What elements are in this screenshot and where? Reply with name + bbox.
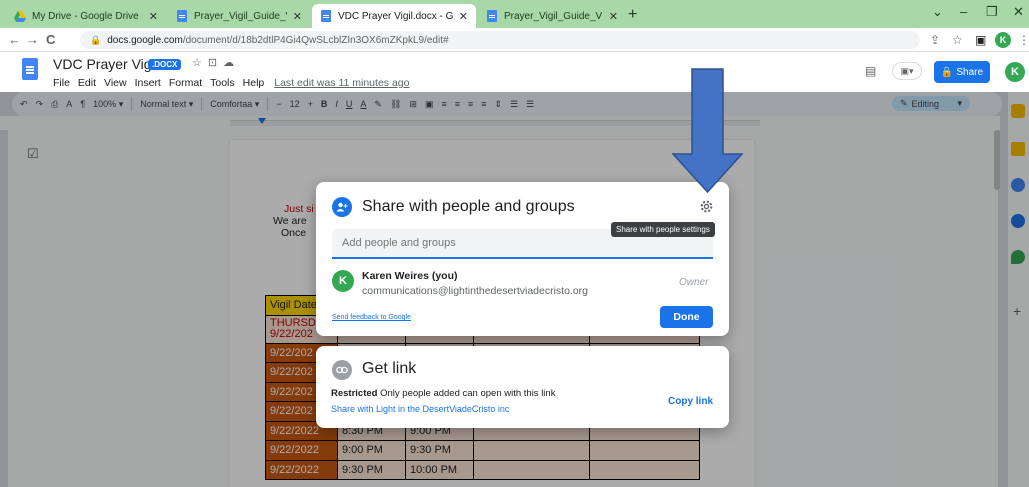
tab-vdc-prayer-vigil[interactable]: VDC Prayer Vigil.docx - Google D ✕ — [312, 4, 476, 28]
address-bar-row: ← → C 🔒 docs.google.com/document/d/18b2d… — [0, 28, 1029, 52]
browser-profile-avatar[interactable]: K — [995, 32, 1011, 48]
last-edit-link[interactable]: Last edit was 11 minutes ago — [274, 77, 409, 89]
done-button[interactable]: Done — [660, 306, 713, 328]
document-title[interactable]: VDC Prayer Vigil — [53, 56, 158, 72]
link-access-description: Restricted Only people added can open wi… — [331, 388, 555, 399]
menu-view[interactable]: View — [104, 77, 127, 89]
reload-icon[interactable]: C — [46, 32, 55, 47]
person-role: Owner — [679, 277, 709, 288]
minimize-button[interactable]: – — [960, 4, 967, 19]
close-tab-icon[interactable]: ✕ — [459, 10, 468, 23]
lock-icon: 🔒 — [940, 66, 954, 78]
tab-title: Prayer_Vigil_Guide_VDC_#32.doc — [194, 10, 287, 22]
menu-file[interactable]: File — [53, 77, 70, 89]
forward-icon[interactable]: → — [26, 32, 39, 47]
menu-help[interactable]: Help — [243, 77, 265, 89]
send-feedback-link[interactable]: Send feedback to Google — [332, 314, 411, 321]
get-link-title: Get link — [362, 360, 417, 377]
person-name: Karen Weires (you) — [362, 270, 458, 282]
new-tab-button[interactable]: + — [628, 6, 637, 24]
google-docs-icon — [320, 10, 332, 22]
sidepanel-icon[interactable]: ▣ — [975, 33, 986, 47]
share-with-org-link[interactable]: Share with Light in the DesertViadeCrist… — [331, 404, 509, 414]
meet-present-button[interactable]: ▣▾ — [892, 62, 922, 80]
title-actions: ☆⊡☁ — [192, 56, 240, 69]
docx-badge: .DOCX — [148, 59, 182, 70]
menu-bar: File Edit View Insert Format Tools Help … — [53, 77, 409, 89]
browser-menu-icon[interactable]: ⋮ — [1018, 33, 1029, 47]
url-path: /document/d/18b2dtlP4Gi4QwSLcblZIn3OX6mZ… — [182, 34, 449, 46]
close-window-button[interactable]: ✕ — [1013, 4, 1024, 20]
share-dialog-title: Share with people and groups — [362, 198, 575, 215]
google-docs-icon — [486, 10, 498, 22]
share-button-label: Share — [956, 66, 984, 78]
tab-my-drive[interactable]: My Drive - Google Drive ✕ — [6, 4, 166, 28]
browser-tab-strip: My Drive - Google Drive ✕ Prayer_Vigil_G… — [0, 0, 1029, 28]
close-tab-icon[interactable]: ✕ — [293, 10, 302, 23]
docs-header: VDC Prayer Vigil .DOCX ☆⊡☁ File Edit Vie… — [0, 52, 1029, 92]
bookmark-star-icon[interactable]: ☆ — [952, 33, 963, 47]
settings-gear-icon[interactable] — [697, 197, 715, 215]
copy-link-button[interactable]: Copy link — [668, 396, 713, 407]
account-avatar[interactable]: K — [1005, 62, 1025, 82]
add-person-icon — [332, 197, 352, 217]
menu-format[interactable]: Format — [169, 77, 202, 89]
url-host: docs.google.com — [107, 34, 183, 46]
restricted-description: Only people added can open with this lin… — [380, 388, 556, 399]
menu-tools[interactable]: Tools — [210, 77, 235, 89]
maximize-button[interactable]: ❐ — [986, 4, 998, 20]
tab-search-icon[interactable]: ⌄ — [932, 4, 943, 20]
annotation-arrow-icon — [672, 68, 744, 194]
restricted-label[interactable]: Restricted — [331, 388, 377, 399]
tab-title: Prayer_Vigil_Guide_VDC_#30.doc — [504, 10, 603, 22]
tab-prayer-vigil-guide-32[interactable]: Prayer_Vigil_Guide_VDC_#32.doc ✕ — [168, 4, 310, 28]
tab-title: My Drive - Google Drive — [32, 10, 139, 22]
share-button[interactable]: 🔒 Share — [934, 61, 990, 83]
lock-icon: 🔒 — [90, 34, 102, 45]
get-link-dialog: Get link Restricted Only people added ca… — [316, 346, 729, 428]
star-icon[interactable]: ☆ — [192, 57, 208, 69]
close-tab-icon[interactable]: ✕ — [149, 10, 158, 23]
share-page-icon[interactable]: ⇪ — [930, 33, 940, 47]
url-input[interactable]: 🔒 docs.google.com/document/d/18b2dtlP4Gi… — [80, 31, 920, 49]
move-folder-icon[interactable]: ⊡ — [208, 57, 223, 69]
tab-title: VDC Prayer Vigil.docx - Google D — [338, 10, 453, 22]
menu-edit[interactable]: Edit — [78, 77, 96, 89]
cloud-status-icon[interactable]: ☁ — [223, 57, 240, 69]
person-avatar: K — [332, 270, 354, 292]
back-icon[interactable]: ← — [8, 32, 21, 47]
google-drive-icon — [14, 10, 26, 22]
settings-tooltip: Share with people settings — [611, 222, 715, 237]
person-email: communications@lightinthedesertviadecris… — [362, 285, 589, 297]
google-docs-icon — [176, 10, 188, 22]
tab-prayer-vigil-guide-30[interactable]: Prayer_Vigil_Guide_VDC_#30.doc ✕ — [478, 4, 626, 28]
comment-history-icon[interactable]: ▤ — [865, 64, 876, 78]
close-tab-icon[interactable]: ✕ — [609, 10, 618, 23]
google-docs-logo-icon[interactable] — [22, 58, 38, 80]
link-chain-icon — [332, 360, 352, 380]
menu-insert[interactable]: Insert — [135, 77, 161, 89]
share-dialog: Share with people and groups K Karen Wei… — [316, 182, 729, 336]
